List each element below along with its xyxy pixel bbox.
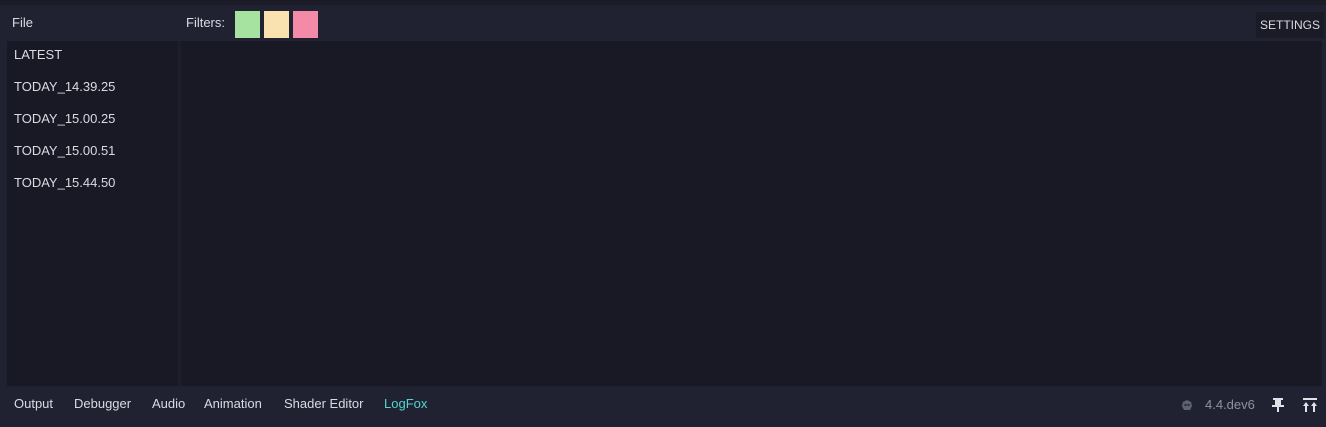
filters-label: Filters: (186, 15, 225, 30)
tab-audio[interactable]: Audio (152, 396, 185, 411)
log-content-area[interactable] (181, 41, 1322, 386)
log-file-item[interactable]: TODAY_14.39.25 (14, 75, 174, 99)
tab-logfox[interactable]: LogFox (384, 396, 427, 411)
tab-debugger[interactable]: Debugger (74, 396, 131, 411)
log-file-item[interactable]: TODAY_15.00.25 (14, 107, 174, 131)
tab-animation[interactable]: Animation (204, 396, 262, 411)
log-file-item[interactable]: TODAY_15.44.50 (14, 171, 174, 195)
log-file-list: LATEST TODAY_14.39.25 TODAY_15.00.25 TOD… (7, 41, 178, 386)
filter-swatch-pink[interactable] (293, 11, 318, 38)
expand-panel-icon[interactable] (1302, 397, 1318, 413)
settings-button[interactable]: SETTINGS (1256, 12, 1324, 38)
file-menu[interactable]: File (12, 15, 33, 30)
logfox-panel: File Filters: SETTINGS LATEST TODAY_14.3… (0, 0, 1326, 427)
tab-shader-editor[interactable]: Shader Editor (284, 396, 364, 411)
log-file-item-latest[interactable]: LATEST (14, 43, 174, 67)
top-border (0, 0, 1326, 5)
pin-icon[interactable] (1271, 397, 1285, 413)
godot-icon (1182, 400, 1192, 410)
filter-swatch-yellow[interactable] (264, 11, 289, 38)
filter-swatch-green[interactable] (235, 11, 260, 38)
log-file-item[interactable]: TODAY_15.00.51 (14, 139, 174, 163)
tab-output[interactable]: Output (14, 396, 53, 411)
version-label: 4.4.dev6 (1205, 397, 1255, 412)
